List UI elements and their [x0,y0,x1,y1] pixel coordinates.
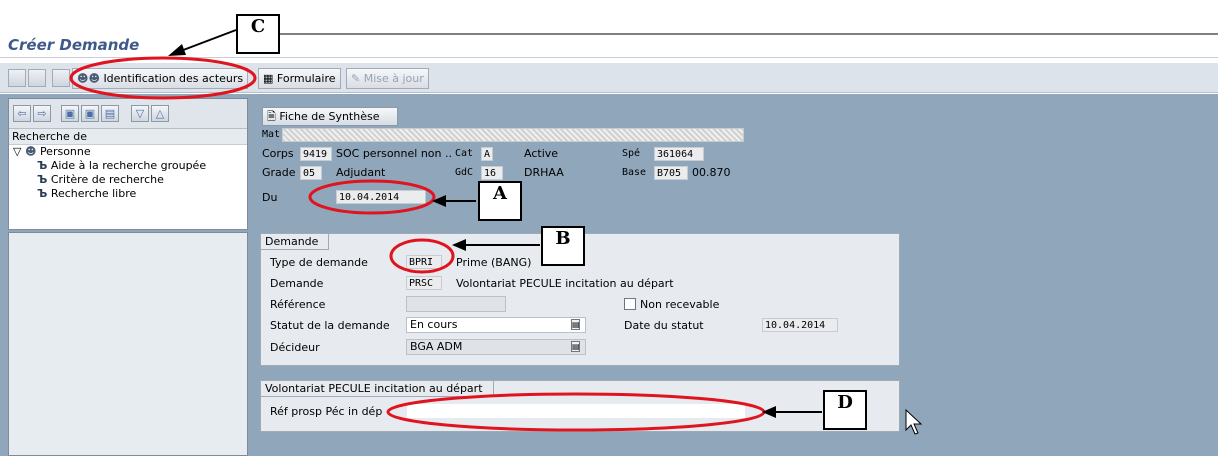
binoculars-icon: Ъ [37,173,48,186]
demande-text: Volontariat PECULE incitation au départ [456,277,674,290]
decideur-field[interactable]: BGA ADM [406,339,586,355]
fiche-synthese-button[interactable]: 🗎 Fiche de Synthèse [262,107,398,126]
volontariat-group-title: Volontariat PECULE incitation au départ [261,381,494,397]
non-recevable-label: Non recevable [640,298,720,311]
grade-code: 05 [300,166,322,180]
callout-c: C [236,14,280,54]
tree-item-label: Critère de recherche [50,173,164,186]
tree-toolbar: ⇦ ⇨ ▣ ▣ ▤ ▽ △ [9,99,247,129]
callout-d: D [823,390,867,430]
identification-acteurs-label: Identification des acteurs [103,72,244,85]
search-tree-panel: ⇦ ⇨ ▣ ▣ ▤ ▽ △ Recherche de ▽ ☻ Personne … [8,98,248,230]
unit-label: DRHAA [524,166,564,179]
grade-label: Grade [262,166,296,179]
display-icon[interactable] [52,69,70,87]
tree-node-personne[interactable]: ▽ ☻ Personne [9,145,247,159]
status-active: Active [524,147,559,160]
corps-text: SOC personnel non .. [336,147,452,160]
ref-prosp-label: Réf prosp Péc in dép [270,405,383,418]
tree-item-aide-recherche[interactable]: Ъ Aide à la recherche groupée [9,159,247,173]
people-icon: ☻☻ [77,72,100,85]
binoculars-icon: Ъ [37,159,48,172]
callout-b: B [541,226,585,266]
base-label: Base [622,167,647,178]
corps-code: 9419 [300,147,332,161]
mat-field [282,128,744,142]
statut-field[interactable]: En cours [406,317,586,333]
statut-label: Statut de la demande [270,319,390,332]
people-icon: ☻ [24,145,37,158]
identification-acteurs-button[interactable]: ☻☻ Identification des acteurs [72,68,249,89]
tree-lower-panel [8,232,248,456]
window-title: Créer Demande [8,36,140,54]
cat-label: Cat [455,148,474,159]
filter-up-icon[interactable]: △ [151,105,169,122]
binoculars-icon: Ъ [37,187,48,200]
mat-label: Mat [262,129,281,140]
search-help-icon[interactable]: ▤ [571,319,580,330]
demande-code[interactable]: PRSC [406,276,442,290]
type-demande-label: Type de demande [270,256,368,269]
back-icon[interactable] [8,69,26,87]
document-icon: 🗎 [267,110,276,123]
tree-node-label: Personne [39,145,91,158]
type-demande-text: Prime (BANG) [456,256,532,269]
ref-prosp-field[interactable] [406,403,746,419]
tree-item-label: Aide à la recherche groupée [50,159,207,172]
application-toolbar: ☻☻ Identification des acteurs ▦ Formulai… [0,63,1218,93]
tree-item-critere-recherche[interactable]: Ъ Critère de recherche [9,173,247,187]
tree-item-recherche-libre[interactable]: Ъ Recherche libre [9,187,247,201]
details-icon[interactable]: ▤ [101,105,119,122]
reference-field[interactable] [406,296,506,312]
collapse-icon[interactable]: ▣ [81,105,99,122]
non-recevable-checkbox[interactable] [624,298,636,310]
callout-a: A [478,181,522,221]
base-number: 00.870 [692,166,731,179]
cat-value: A [481,147,493,161]
demande-group-title: Demande [261,234,330,250]
formulaire-label: Formulaire [276,72,336,85]
spe-value: 361064 [654,147,704,161]
forward-icon[interactable] [28,69,46,87]
gdc-label: GdC [455,167,474,178]
formulaire-button[interactable]: ▦ Formulaire [258,68,341,89]
demande-label: Demande [270,277,324,290]
arrow-right-icon[interactable]: ⇨ [33,105,51,122]
corps-label: Corps [262,147,294,160]
date-statut-label: Date du statut [624,319,704,332]
gdc-value: 16 [481,166,503,180]
spe-label: Spé [622,148,641,159]
grade-text: Adjudant [336,166,386,179]
search-help-icon[interactable]: ▤ [571,341,580,352]
update-icon: ✎ [351,72,361,85]
type-demande-code[interactable]: BPRI [406,255,442,269]
collapse-triangle-icon: ▽ [13,145,22,158]
du-value: 10.04.2014 [336,190,426,204]
tree-item-label: Recherche libre [50,187,137,200]
base-value: B705 [654,166,688,180]
du-label: Du [262,191,278,204]
form-icon: ▦ [263,72,274,85]
arrow-left-icon[interactable]: ⇦ [13,105,31,122]
expand-icon[interactable]: ▣ [61,105,79,122]
filter-down-icon[interactable]: ▽ [131,105,149,122]
date-statut-value: 10.04.2014 [762,318,838,332]
title-divider [0,57,1218,58]
mise-a-jour-button[interactable]: ✎ Mise à jour [346,68,429,89]
fiche-synthese-label: Fiche de Synthèse [279,110,380,123]
tree-header: Recherche de [9,129,247,145]
reference-label: Référence [270,298,326,311]
mise-a-jour-label: Mise à jour [363,72,424,85]
decideur-label: Décideur [270,341,320,354]
